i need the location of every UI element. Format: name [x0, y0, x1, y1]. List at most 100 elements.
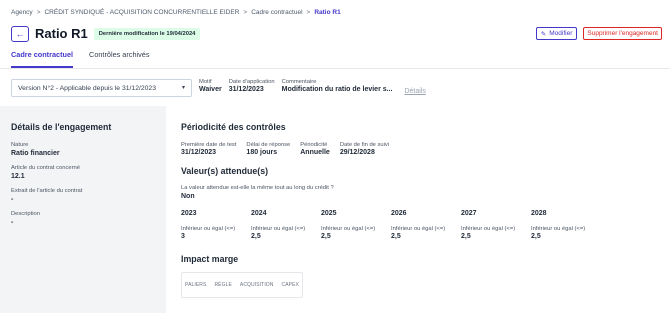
- pencil-icon: ✎: [540, 30, 547, 38]
- field-label: Description: [11, 211, 40, 217]
- comparator-label: Inférieur ou égal (<=): [321, 226, 376, 232]
- field-value: Ratio financier: [11, 150, 60, 157]
- response-delay: Délai de réponse 180 jours: [246, 142, 290, 156]
- comparator-label: Inférieur ou égal (<=): [181, 226, 236, 232]
- field-label: Article du contrat concerné: [11, 165, 80, 171]
- periodicity: Périodicité Annuelle: [300, 142, 330, 156]
- application-date-group: Date d'application 31/12/2023: [229, 79, 275, 93]
- constant-value-question: La valeur attendue est-elle la même tout…: [181, 185, 334, 191]
- tabs-divider: [0, 68, 670, 69]
- field-value: 31/12/2023: [181, 149, 217, 156]
- field-value: 29/12/2028: [339, 149, 375, 156]
- field-value: -: [11, 196, 14, 203]
- constant-value-answer: Non: [181, 193, 195, 200]
- threshold-value: 3: [181, 233, 185, 240]
- breadcrumb: Agency > CRÉDIT SYNDIQUÉ - ACQUISITION C…: [11, 9, 341, 16]
- year-column: 2028 Inférieur ou égal (<=) 2,5: [531, 210, 601, 240]
- column-header-paliers: PALIERS: [185, 282, 207, 288]
- field-label: Date de fin de suivi: [339, 142, 390, 148]
- year-column: 2026 Inférieur ou égal (<=) 2,5: [391, 210, 461, 240]
- threshold-value: 2,5: [461, 233, 471, 240]
- year-label: 2026: [391, 210, 407, 217]
- field-value: -: [11, 219, 14, 226]
- field-label: Périodicité: [300, 142, 328, 148]
- year-column: 2027 Inférieur ou égal (<=) 2,5: [461, 210, 531, 240]
- year-label: 2028: [531, 210, 547, 217]
- end-follow-up-date: Date de fin de suivi 29/12/2028: [340, 142, 389, 156]
- field-value: 180 jours: [246, 149, 278, 156]
- threshold-value: 2,5: [251, 233, 261, 240]
- comment-value: Modification du ratio de levier s...: [281, 86, 393, 93]
- breadcrumb-current: Ratio R1: [314, 9, 341, 16]
- edit-button[interactable]: ✎ Modifier: [535, 27, 578, 40]
- breadcrumb-separator: >: [36, 9, 41, 16]
- comparator-label: Inférieur ou égal (<=): [531, 226, 586, 232]
- last-modified-badge: Dernière modification le 19/04/2024: [93, 27, 201, 40]
- page-title: Ratio R1: [35, 26, 88, 41]
- year-label: 2023: [181, 210, 197, 217]
- description-field: Description -: [11, 211, 155, 226]
- threshold-value: 2,5: [391, 233, 401, 240]
- comment-group: Commentaire Modification du ratio de lev…: [282, 79, 393, 93]
- breadcrumb-cadre[interactable]: Cadre contractuel: [251, 9, 302, 16]
- tab-cadre-contractuel[interactable]: Cadre contractuel: [11, 50, 74, 68]
- threshold-value: 2,5: [531, 233, 541, 240]
- header-actions: ✎ Modifier Supprimer l'engagement: [535, 27, 662, 40]
- first-test-date: Première date de test 31/12/2023: [181, 142, 236, 156]
- year-column: 2024 Inférieur ou égal (<=) 2,5: [251, 210, 321, 240]
- back-button[interactable]: ←: [11, 25, 29, 42]
- arrow-left-icon: ←: [15, 28, 25, 39]
- tabs: Cadre contractuel Contrôles archivés: [11, 50, 149, 68]
- comment-label: Commentaire: [281, 79, 317, 85]
- periodicity-row: Première date de test 31/12/2023 Délai d…: [181, 142, 661, 156]
- field-label: Nature: [11, 142, 29, 148]
- field-label: Délai de réponse: [246, 142, 291, 148]
- comparator-label: Inférieur ou égal (<=): [251, 226, 306, 232]
- details-link[interactable]: Détails: [404, 88, 425, 95]
- expected-values-section: Valeur(s) attendue(s) La valeur attendue…: [181, 166, 661, 240]
- breadcrumb-deal[interactable]: CRÉDIT SYNDIQUÉ - ACQUISITION CONCURRENT…: [44, 9, 239, 16]
- year-label: 2025: [321, 210, 337, 217]
- year-column: 2023 Inférieur ou égal (<=) 3: [181, 210, 251, 240]
- tab-controles-archives[interactable]: Contrôles archivés: [89, 50, 149, 68]
- nature-field: Nature Ratio financier: [11, 142, 155, 157]
- engagement-details-panel: Détails de l'engagement Nature Ratio fin…: [0, 106, 166, 313]
- motif-group: Motif Waiver: [199, 79, 222, 93]
- application-date-label: Date d'application: [228, 79, 275, 85]
- field-label: Extrait de l'article du contrat: [11, 188, 83, 194]
- margin-impact-title: Impact marge: [181, 254, 239, 264]
- comparator-label: Inférieur ou égal (<=): [461, 226, 516, 232]
- year-label: 2027: [461, 210, 477, 217]
- version-filters: Version N°2 - Applicable depuis le 31/12…: [11, 79, 426, 97]
- threshold-value: 2,5: [321, 233, 331, 240]
- version-select[interactable]: Version N°2 - Applicable depuis le 31/12…: [11, 79, 192, 97]
- article-field: Article du contrat concerné 12.1: [11, 165, 155, 180]
- version-select-value: Version N°2 - Applicable depuis le 31/12…: [18, 84, 156, 92]
- chevron-down-icon: ▾: [181, 85, 185, 91]
- breadcrumb-agency[interactable]: Agency: [11, 9, 33, 16]
- periodicity-title: Périodicité des contrôles: [181, 122, 286, 132]
- expected-values-title: Valeur(s) attendue(s): [181, 166, 269, 176]
- column-header-regle: RÈGLE: [214, 282, 232, 288]
- delete-engagement-button[interactable]: Supprimer l'engagement: [583, 27, 662, 40]
- year-label: 2024: [251, 210, 267, 217]
- margin-impact-section: Impact marge PALIERS RÈGLE ACQUISITION C…: [181, 254, 661, 298]
- motif-value: Waiver: [199, 86, 222, 93]
- breadcrumb-separator: >: [306, 9, 311, 16]
- comparator-label: Inférieur ou égal (<=): [391, 226, 446, 232]
- motif-label: Motif: [199, 79, 212, 85]
- extract-field: Extrait de l'article du contrat -: [11, 188, 155, 203]
- breadcrumb-separator: >: [243, 9, 248, 16]
- application-date-value: 31/12/2023: [228, 86, 264, 93]
- edit-button-label: Modifier: [549, 30, 573, 37]
- field-label: Première date de test: [181, 142, 237, 148]
- margin-impact-table: PALIERS RÈGLE ACQUISITION CAPEX: [181, 272, 303, 298]
- main-content: Périodicité des contrôles Première date …: [181, 122, 661, 298]
- field-value: 12.1: [11, 173, 25, 180]
- field-value: Annuelle: [300, 149, 330, 156]
- year-column: 2025 Inférieur ou égal (<=) 2,5: [321, 210, 391, 240]
- column-header-capex: CAPEX: [281, 282, 299, 288]
- column-header-acquisition: ACQUISITION: [239, 282, 274, 288]
- yearly-values: 2023 Inférieur ou égal (<=) 3 2024 Infér…: [181, 210, 661, 240]
- page-header: ← Ratio R1 Dernière modification le 19/0…: [11, 25, 662, 42]
